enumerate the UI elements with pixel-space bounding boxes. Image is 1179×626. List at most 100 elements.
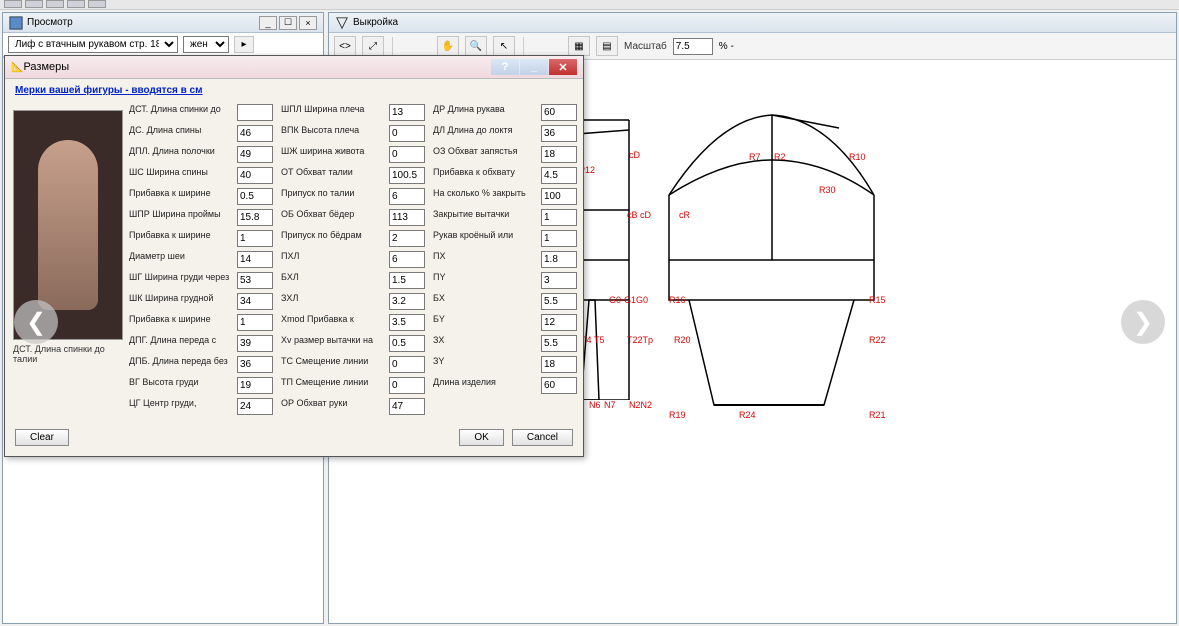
measure-input[interactable] xyxy=(237,398,273,415)
next-btn[interactable]: ▸ xyxy=(234,36,254,53)
zoom-btn[interactable]: 🔍 xyxy=(465,36,487,56)
measure-input[interactable] xyxy=(541,272,577,289)
preview-titlebar: Просмотр _ ☐ × xyxy=(3,13,323,33)
measure-label: ДС. Длина спины xyxy=(129,125,229,142)
measure-input[interactable] xyxy=(237,335,273,352)
measure-label: ЗXЛ xyxy=(281,293,381,310)
measure-label: ДПБ. Длина переда без xyxy=(129,356,229,373)
measure-label: ДЛ Длина до локтя xyxy=(433,125,533,142)
measure-label: Прибавка к ширине xyxy=(129,188,229,205)
measure-input[interactable] xyxy=(389,356,425,373)
measure-input[interactable] xyxy=(541,335,577,352)
pointer-btn[interactable]: ↖ xyxy=(493,36,515,56)
measure-input[interactable] xyxy=(237,104,273,121)
measure-input[interactable] xyxy=(237,188,273,205)
pattern-point-label: R20 xyxy=(674,335,691,345)
measure-input[interactable] xyxy=(389,398,425,415)
measure-input[interactable] xyxy=(541,104,577,121)
measure-input[interactable] xyxy=(389,377,425,394)
measure-label: Диаметр шеи xyxy=(129,251,229,268)
measure-input[interactable] xyxy=(237,314,273,331)
measure-input[interactable] xyxy=(389,146,425,163)
min-btn[interactable]: _ xyxy=(259,16,277,30)
pattern-point-label: cR xyxy=(679,210,690,220)
measure-input[interactable] xyxy=(541,209,577,226)
pattern-point-label: cD xyxy=(629,150,640,160)
measure-label: Припуск по талии xyxy=(281,188,381,205)
gender-select[interactable]: жен xyxy=(183,36,229,53)
pattern-point-label: G0 xyxy=(609,295,621,305)
measure-input[interactable] xyxy=(237,146,273,163)
measure-input[interactable] xyxy=(389,230,425,247)
measure-input[interactable] xyxy=(389,167,425,184)
nav-next-btn[interactable]: ❯ xyxy=(1121,300,1165,344)
measure-label: ВПК Высота плеча xyxy=(281,125,381,142)
close-btn[interactable]: × xyxy=(299,16,317,30)
measure-input[interactable] xyxy=(237,167,273,184)
tool-btn[interactable] xyxy=(25,0,43,8)
measure-input[interactable] xyxy=(541,356,577,373)
tool-btn[interactable] xyxy=(46,0,64,8)
dialog-body: ДСТ. Длина спинки до талии ДСТ. Длина сп… xyxy=(5,96,583,423)
scale-input[interactable] xyxy=(673,38,713,55)
measure-input[interactable] xyxy=(389,209,425,226)
measure-input[interactable] xyxy=(541,188,577,205)
measure-input[interactable] xyxy=(541,167,577,184)
grid1-btn[interactable]: ▦ xyxy=(568,36,590,56)
preview-title: Просмотр xyxy=(27,17,73,28)
measure-input[interactable] xyxy=(389,104,425,121)
measure-input[interactable] xyxy=(389,314,425,331)
measure-input[interactable] xyxy=(389,125,425,142)
code-btn[interactable]: <> xyxy=(334,36,356,56)
tool-btn[interactable] xyxy=(67,0,85,8)
measure-input[interactable] xyxy=(541,293,577,310)
dialog-help-btn[interactable]: ? xyxy=(491,59,519,75)
dialog-titlebar[interactable]: 📐 Размеры ? _ ✕ xyxy=(5,56,583,79)
pan-btn[interactable]: ✋ xyxy=(437,36,459,56)
tool-btn[interactable] xyxy=(88,0,106,8)
measure-input[interactable] xyxy=(389,293,425,310)
dialog-min-btn[interactable]: _ xyxy=(520,59,548,75)
dialog-close-btn[interactable]: ✕ xyxy=(549,59,577,75)
measure-input[interactable] xyxy=(541,251,577,268)
figure-caption: ДСТ. Длина спинки до талии xyxy=(13,344,123,364)
measure-input[interactable] xyxy=(237,230,273,247)
measure-input[interactable] xyxy=(237,293,273,310)
measure-input[interactable] xyxy=(237,125,273,142)
measure-input[interactable] xyxy=(389,188,425,205)
hint-link[interactable]: Мерки вашей фигуры - вводятся в см xyxy=(15,85,203,96)
nav-prev-btn[interactable]: ❮ xyxy=(14,300,58,344)
pattern-point-label: R24 xyxy=(739,410,756,420)
measure-input[interactable] xyxy=(541,377,577,394)
measure-label: Длина изделия xyxy=(433,377,533,394)
measure-label: ВГ Высота груди xyxy=(129,377,229,394)
grid2-btn[interactable]: ▤ xyxy=(596,36,618,56)
measure-input[interactable] xyxy=(237,209,273,226)
measure-label: ТП Смещение линии xyxy=(281,377,381,394)
tool-btn[interactable] xyxy=(4,0,22,8)
clear-button[interactable]: Clear xyxy=(15,429,69,446)
measure-input[interactable] xyxy=(237,377,273,394)
measure-label: ЗY xyxy=(433,356,533,373)
ok-button[interactable]: OK xyxy=(459,429,503,446)
pattern-point-label: R16 xyxy=(669,295,686,305)
measure-label: На сколько % закрыть xyxy=(433,188,533,205)
expand-btn[interactable]: ⤢ xyxy=(362,36,384,56)
measure-input[interactable] xyxy=(541,125,577,142)
measure-label: ПXЛ xyxy=(281,251,381,268)
measure-input[interactable] xyxy=(237,272,273,289)
measure-input[interactable] xyxy=(541,146,577,163)
pattern-point-label: R15 xyxy=(869,295,886,305)
measure-input[interactable] xyxy=(541,230,577,247)
measure-input[interactable] xyxy=(237,356,273,373)
measure-input[interactable] xyxy=(389,335,425,352)
measure-input[interactable] xyxy=(541,314,577,331)
measure-input[interactable] xyxy=(389,251,425,268)
cancel-button[interactable]: Cancel xyxy=(512,429,573,446)
measure-input[interactable] xyxy=(389,272,425,289)
model-select[interactable]: Лиф с втачным рукавом стр. 181-225 xyxy=(8,36,178,53)
max-btn[interactable]: ☐ xyxy=(279,16,297,30)
measure-input[interactable] xyxy=(237,251,273,268)
measure-label: ОБ Обхват бёдер xyxy=(281,209,381,226)
measure-label: ОТ Обхват талии xyxy=(281,167,381,184)
